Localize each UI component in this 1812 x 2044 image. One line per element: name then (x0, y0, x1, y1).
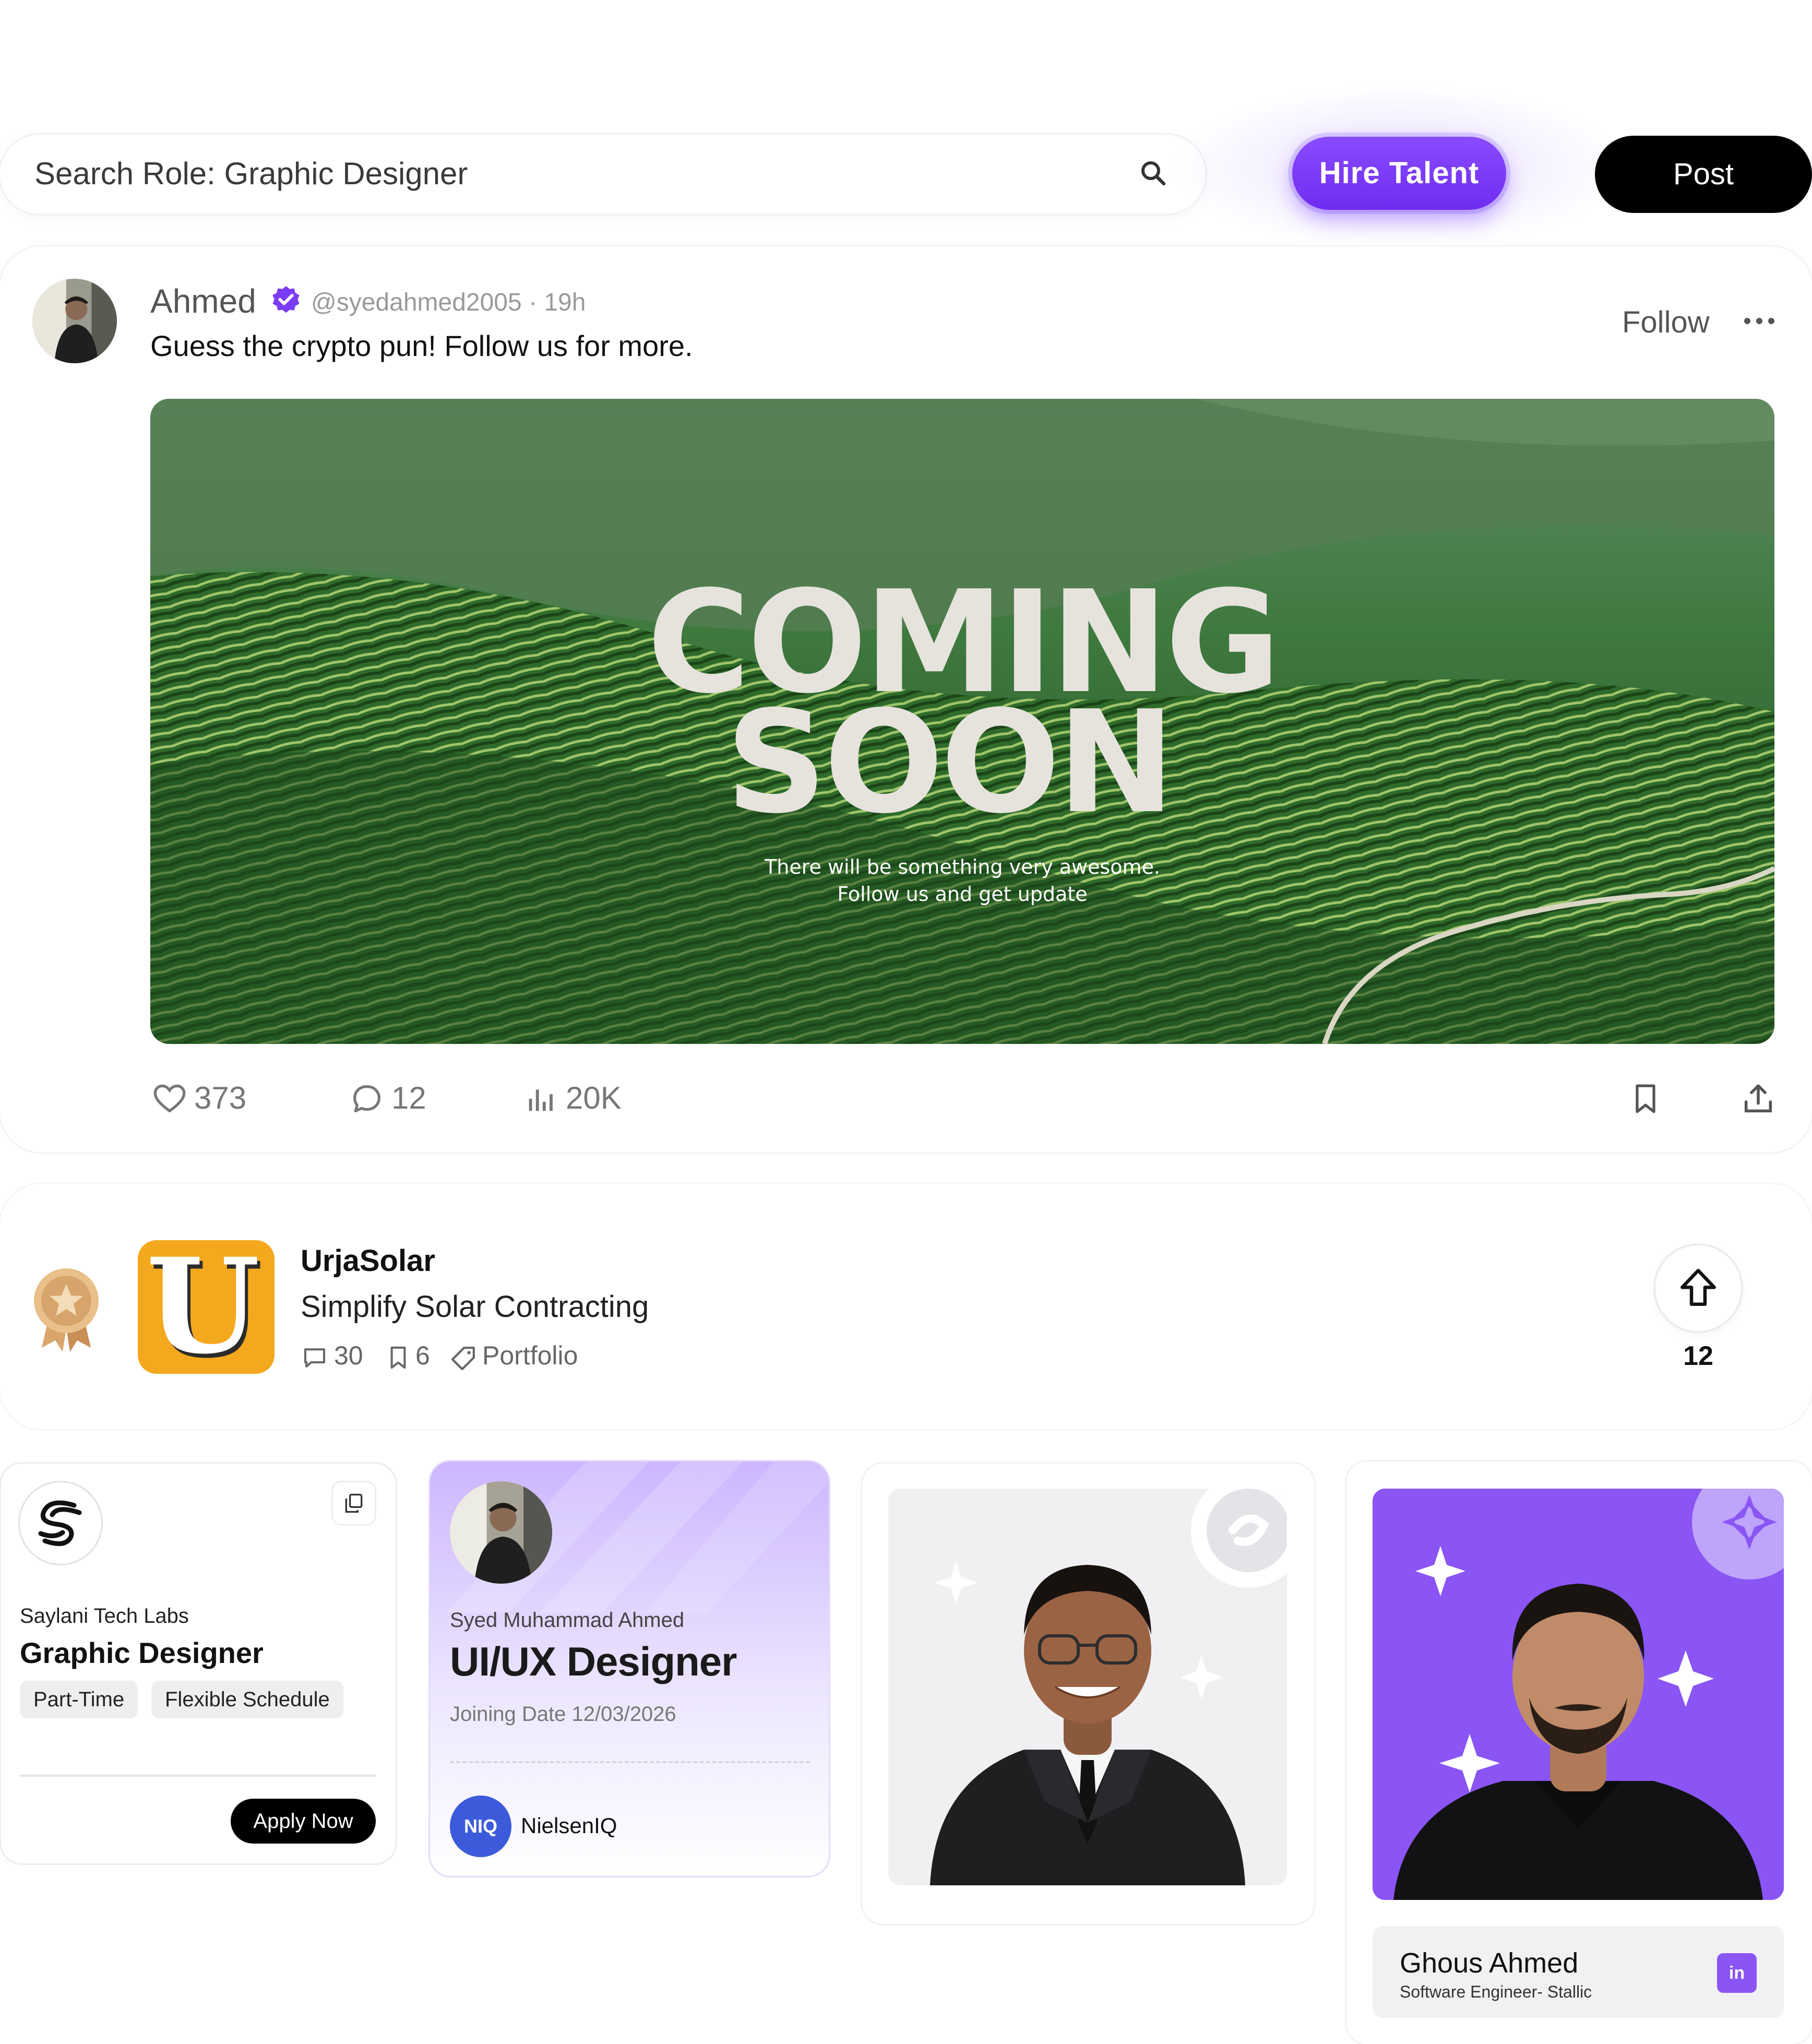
profile-photo (1373, 1489, 1784, 1900)
upvote-count: 12 (1683, 1341, 1713, 1371)
more-options-icon[interactable] (1741, 313, 1778, 329)
image-subline-2: Follow us and get update (837, 883, 1087, 906)
offer-role: UI/UX Designer (450, 1638, 737, 1684)
offer-company-name: NielsenIQ (521, 1813, 617, 1838)
bookmark-icon[interactable] (384, 1344, 412, 1372)
bronze-medal-icon (34, 1268, 99, 1352)
bookmark-icon[interactable] (1627, 1080, 1664, 1117)
comments-count: 12 (391, 1080, 426, 1115)
job-title[interactable]: Graphic Designer (20, 1636, 264, 1670)
image-headline-2: SOON (725, 680, 1172, 845)
offer-dashed-divider (450, 1761, 810, 1763)
product-logo-letter: U (146, 1240, 260, 1374)
follow-button[interactable]: Follow (1622, 305, 1710, 340)
comment-icon[interactable] (349, 1080, 385, 1117)
hire-talent-button[interactable]: Hire Talent (1292, 137, 1506, 210)
image-subline-1: There will be something very awesome. (764, 855, 1160, 878)
offer-person-avatar (450, 1481, 552, 1584)
product-saves-count: 6 (415, 1341, 430, 1370)
product-tagline: Simplify Solar Contracting (301, 1290, 649, 1324)
views-count: 20K (566, 1080, 622, 1115)
profile-photo (888, 1489, 1287, 1885)
offer-person-name: Syed Muhammad Ahmed (450, 1609, 685, 1632)
comment-icon[interactable] (301, 1344, 329, 1372)
job-company-name: Saylani Tech Labs (20, 1605, 189, 1627)
apply-now-button[interactable]: Apply Now (231, 1799, 376, 1844)
company-logo (20, 1482, 101, 1564)
likes-count: 373 (194, 1080, 247, 1115)
author-name[interactable]: Ahmed (150, 282, 256, 320)
job-chip-schedule: Flexible Schedule (151, 1681, 343, 1718)
copy-icon (345, 1493, 363, 1513)
job-divider (20, 1775, 376, 1777)
share-icon[interactable] (1740, 1080, 1777, 1117)
post-button[interactable]: Post (1595, 136, 1812, 213)
product-name[interactable]: UrjaSolar (301, 1243, 435, 1278)
copy-link-button[interactable] (333, 1482, 375, 1524)
post-image[interactable]: COMING SOON There will be something very… (150, 399, 1774, 1044)
heart-icon[interactable] (151, 1080, 188, 1117)
offer-joining-date: Joining Date 12/03/2026 (450, 1703, 676, 1726)
product-comments-count: 30 (334, 1341, 363, 1370)
nielseniq-logo: NIQ (450, 1796, 511, 1857)
author-avatar[interactable] (32, 279, 117, 363)
job-chip-type: Part-Time (20, 1681, 138, 1718)
tag-icon (451, 1347, 475, 1371)
search-icon[interactable] (1138, 158, 1169, 189)
upvote-arrow-icon (1680, 1268, 1716, 1306)
profile-name[interactable]: Ghous Ahmed (1400, 1947, 1578, 1979)
upvote-button[interactable] (1655, 1245, 1741, 1331)
views-chart-icon (529, 1089, 553, 1111)
product-logo[interactable]: U U (138, 1240, 275, 1374)
author-handle-time: @syedahmed2005 · 19h (311, 289, 586, 316)
product-category[interactable]: Portfolio (482, 1340, 578, 1371)
saylani-logo-icon (38, 1500, 82, 1546)
profile-role: Software Engineer- Stallic (1400, 1982, 1592, 2001)
linkedin-icon[interactable]: in (1717, 1953, 1757, 1993)
post-text: Guess the crypto pun! Follow us for more… (150, 329, 693, 362)
verified-badge-icon (272, 286, 300, 313)
search-input[interactable]: Search Role: Graphic Designer (34, 156, 468, 192)
